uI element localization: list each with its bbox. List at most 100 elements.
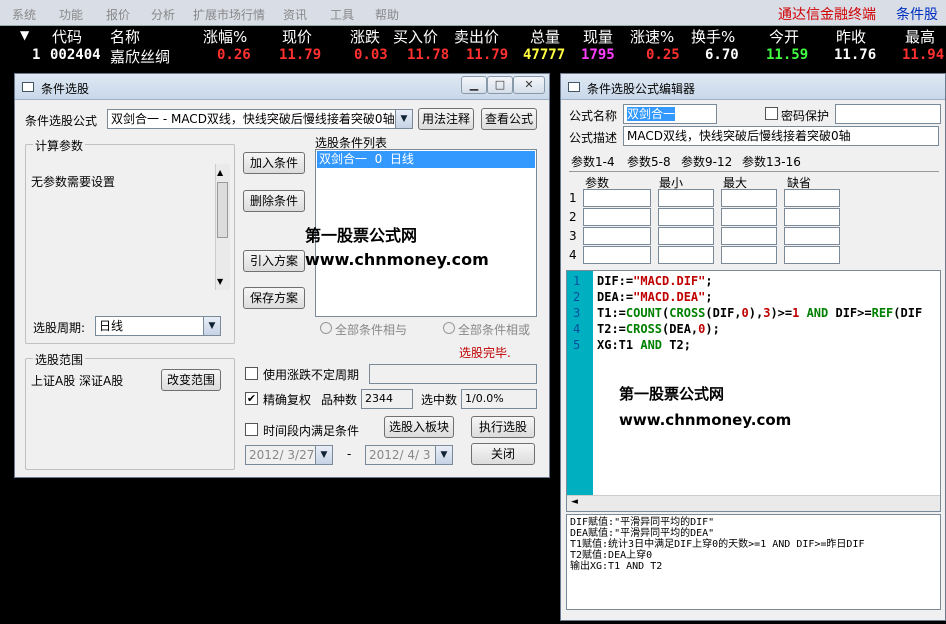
param-tabs: 参数1-4 参数5-8 参数9-12 参数13-16 [569, 152, 939, 172]
close-button[interactable]: 关闭 [471, 443, 535, 465]
list-item[interactable]: 双剑合一 0 日线 [317, 151, 535, 168]
uncertain-period-checkbox[interactable] [245, 367, 258, 380]
selector-titlebar[interactable]: 条件选股 ▁ □ ✕ [15, 74, 549, 100]
window-icon [568, 82, 580, 92]
col-turnover[interactable]: 换手% [691, 26, 735, 47]
params-group-title: 计算参数 [33, 137, 86, 154]
tab-params-5-8[interactable]: 参数5-8 [627, 153, 671, 170]
param-max-4[interactable] [721, 246, 777, 264]
window-icon [22, 82, 34, 92]
param-max-3[interactable] [721, 227, 777, 245]
chevron-down-icon[interactable]: ▼ [435, 446, 452, 464]
code-editor[interactable]: 1 2 3 4 5 DIF:="MACD.DIF"; DEA:="MACD.DE… [566, 270, 941, 512]
tab-params-1-4[interactable]: 参数1-4 [571, 153, 615, 170]
sort-marker-icon[interactable]: ▼ [20, 28, 29, 42]
editor-titlebar[interactable]: 条件选股公式编辑器 [561, 74, 945, 100]
col-open[interactable]: 今开 [769, 26, 799, 47]
maximize-button[interactable]: □ [487, 76, 513, 94]
menu-news[interactable]: 资讯 [283, 6, 307, 23]
param-min-2[interactable] [658, 208, 714, 226]
param-name-1[interactable] [583, 189, 651, 207]
param-default-3[interactable] [784, 227, 840, 245]
col-speed[interactable]: 涨速% [630, 26, 674, 47]
period-condition-label: 时间段内满足条件 [263, 424, 360, 438]
col-code[interactable]: 代码 [52, 26, 82, 47]
run-selection-button[interactable]: 执行选股 [471, 416, 535, 438]
param-name-3[interactable] [583, 227, 651, 245]
param-name-4[interactable] [583, 246, 651, 264]
to-block-button[interactable]: 选股入板块 [384, 416, 454, 438]
password-checkbox[interactable] [765, 107, 778, 120]
add-condition-button[interactable]: 加入条件 [243, 152, 305, 174]
menu-function[interactable]: 功能 [59, 6, 83, 23]
selector-title: 条件选股 [41, 82, 90, 96]
scroll-up-icon[interactable]: ▲ [217, 168, 223, 177]
formula-select[interactable]: 双剑合一 - MACD双线，快线突破后慢线接着突破0轴 ▼ [107, 109, 413, 129]
param-min-3[interactable] [658, 227, 714, 245]
menu-help[interactable]: 帮助 [375, 6, 399, 23]
param-default-2[interactable] [784, 208, 840, 226]
param-default-4[interactable] [784, 246, 840, 264]
menu-analysis[interactable]: 分析 [151, 6, 175, 23]
close-window-button[interactable]: ✕ [513, 76, 545, 94]
quote-row[interactable]: 1 002404 嘉欣丝绸 0.26 11.79 0.03 11.78 11.7… [0, 46, 946, 68]
scroll-down-icon[interactable]: ▼ [217, 277, 223, 286]
variety-label: 品种数 [321, 393, 358, 407]
chevron-down-icon[interactable]: ▼ [315, 446, 332, 464]
menu-extended-market[interactable]: 扩展市场行情 [193, 6, 265, 23]
row-num: 3 [569, 229, 577, 243]
formula-notes: DIF赋值:"平滑异同平均的DIF" DEA赋值:"平滑异同平均的DEA" T1… [566, 514, 941, 610]
change-range-button[interactable]: 改变范围 [161, 369, 221, 391]
scroll-left-icon[interactable]: ◄ [571, 497, 578, 507]
menu-system[interactable]: 系统 [12, 6, 36, 23]
save-plan-button[interactable]: 保存方案 [243, 287, 305, 309]
watermark-cn: 第一股票公式网 [619, 385, 725, 403]
col-name[interactable]: 名称 [110, 26, 140, 47]
col-high[interactable]: 最高 [905, 26, 935, 47]
code-line: T1:=COUNT(CROSS(DIF,0),3)>=1 AND DIF>=RE… [597, 306, 923, 320]
period-select[interactable]: 日线 ▼ [95, 316, 221, 336]
param-min-4[interactable] [658, 246, 714, 264]
tab-params-13-16[interactable]: 参数13-16 [742, 153, 801, 170]
precise-adjust-checkbox[interactable]: ✔ [245, 392, 258, 405]
password-field[interactable] [835, 104, 941, 124]
menu-quote[interactable]: 报价 [106, 6, 130, 23]
chevron-down-icon[interactable]: ▼ [203, 317, 220, 335]
param-default-1[interactable] [784, 189, 840, 207]
uncertain-period-field[interactable] [369, 364, 537, 384]
col-price[interactable]: 现价 [282, 26, 312, 47]
code-hscrollbar[interactable]: ◄ [567, 495, 940, 511]
row-turnover: 6.70 [705, 47, 739, 63]
minimize-button[interactable]: ▁ [461, 76, 487, 94]
desc-field[interactable]: MACD双线，快线突破后慢线接着突破0轴 [623, 126, 939, 146]
radio-or-label: 全部条件相或 [458, 323, 531, 337]
col-change[interactable]: 涨跌 [350, 26, 380, 47]
delete-condition-button[interactable]: 删除条件 [243, 190, 305, 212]
menu-tools[interactable]: 工具 [330, 6, 354, 23]
radio-or[interactable] [443, 322, 455, 334]
tab-params-9-12[interactable]: 参数9-12 [681, 153, 732, 170]
param-max-1[interactable] [721, 189, 777, 207]
col-volume[interactable]: 总量 [530, 26, 560, 47]
import-plan-button[interactable]: 引入方案 [243, 250, 305, 272]
col-prev-close[interactable]: 昨收 [836, 26, 866, 47]
radio-and[interactable] [320, 322, 332, 334]
usage-notes-button[interactable]: 用法注释 [418, 108, 474, 130]
brand-tab[interactable]: 条件股 [896, 4, 938, 24]
date-from[interactable]: 2012/ 3/27 ▼ [245, 445, 333, 465]
col-change-pct[interactable]: 涨幅% [203, 26, 247, 47]
col-bid[interactable]: 买入价 [393, 26, 438, 47]
name-field[interactable]: 双剑合一 [623, 104, 717, 124]
row-bid: 11.78 [407, 47, 450, 63]
col-ask[interactable]: 卖出价 [454, 26, 499, 47]
scroll-thumb[interactable] [217, 182, 228, 238]
view-formula-button[interactable]: 查看公式 [481, 108, 537, 130]
col-cur-vol[interactable]: 现量 [583, 26, 613, 47]
period-condition-checkbox[interactable] [245, 423, 258, 436]
chevron-down-icon[interactable]: ▼ [395, 110, 412, 128]
param-name-2[interactable] [583, 208, 651, 226]
date-to[interactable]: 2012/ 4/ 3 ▼ [365, 445, 453, 465]
param-min-1[interactable] [658, 189, 714, 207]
params-scrollbar[interactable]: ▲ ▼ [215, 164, 230, 290]
param-max-2[interactable] [721, 208, 777, 226]
